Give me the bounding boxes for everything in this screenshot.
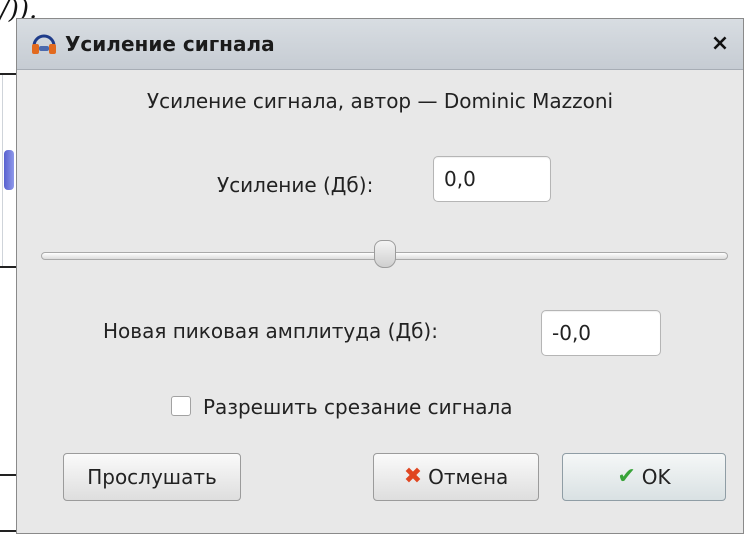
ok-button[interactable]: ✔ OK	[562, 453, 726, 501]
background-line	[2, 75, 3, 266]
peak-amplitude-input[interactable]: -0,0	[541, 310, 661, 356]
gain-input[interactable]: 0,0	[433, 156, 551, 202]
cancel-button-label: Отмена	[428, 465, 509, 489]
background-waveform-fragment	[4, 150, 14, 190]
allow-clipping-label[interactable]: Разрешить срезание сигнала	[203, 395, 513, 419]
effect-author-text: Усиление сигнала, автор — Dominic Mazzon…	[146, 89, 614, 113]
close-button[interactable]: ×	[707, 31, 733, 57]
gain-slider-thumb[interactable]	[373, 240, 396, 268]
preview-button[interactable]: Прослушать	[63, 453, 241, 501]
headphones-icon	[32, 34, 56, 54]
x-icon: ✖	[403, 464, 423, 489]
checkmark-icon: ✔	[617, 464, 636, 489]
preview-button-label: Прослушать	[87, 465, 217, 489]
dialog-titlebar: Усиление сигнала ×	[17, 19, 743, 70]
ok-button-label: OK	[641, 465, 671, 489]
dialog-title: Усиление сигнала	[65, 32, 275, 56]
amplify-dialog: Усиление сигнала × Усиление сигнала, авт…	[16, 18, 744, 534]
peak-amplitude-label: Новая пиковая амплитуда (Дб):	[103, 319, 438, 343]
cancel-button[interactable]: ✖ Отмена	[373, 453, 539, 501]
allow-clipping-checkbox[interactable]	[171, 396, 191, 416]
gain-label: Усиление (Дб):	[217, 173, 374, 197]
